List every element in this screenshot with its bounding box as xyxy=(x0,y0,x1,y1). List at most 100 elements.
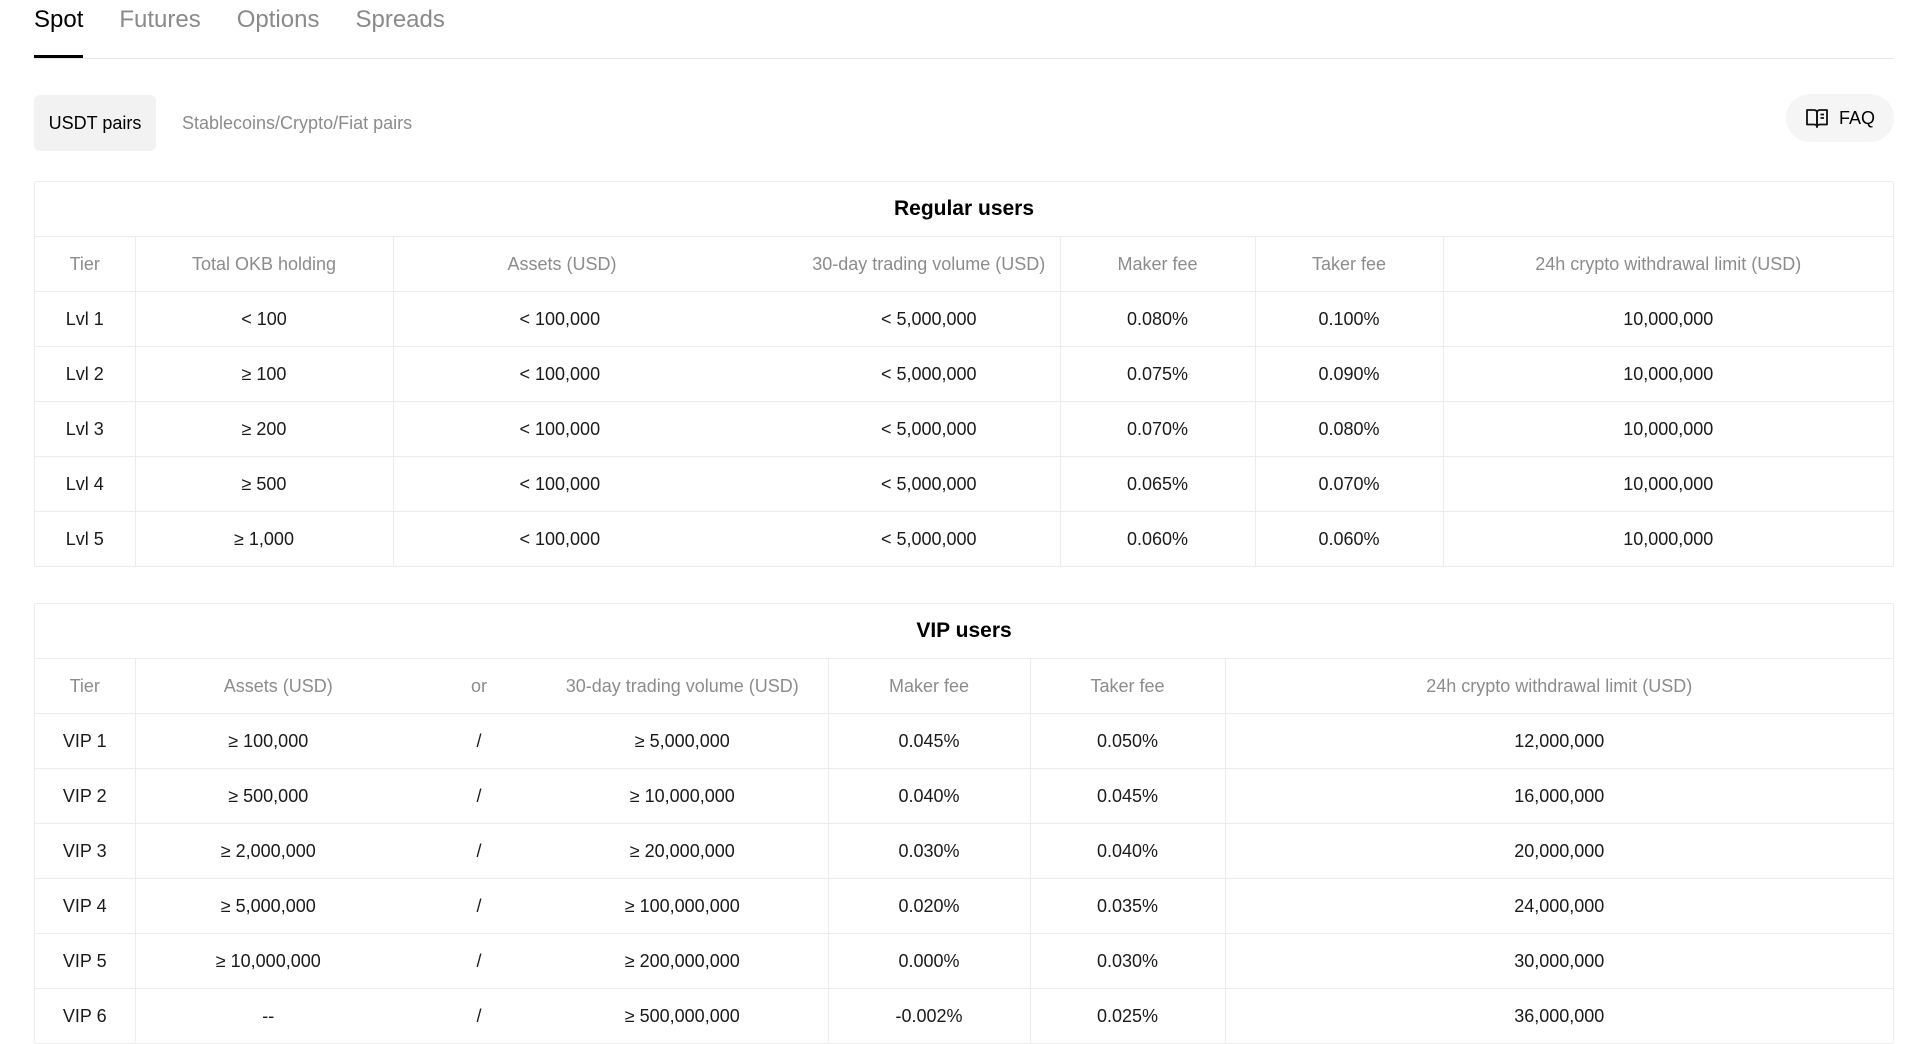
maker-fee-cell: 0.070% xyxy=(1060,401,1256,457)
regular-users-table: Regular users Tier Total OKB holding Ass… xyxy=(34,181,1894,567)
volume-cell: ≥ 200,000,000 xyxy=(537,933,829,989)
tier-cell: Lvl 3 xyxy=(35,401,136,457)
withdrawal-limit-cell: 20,000,000 xyxy=(1225,823,1893,879)
product-tabs: Spot Futures Options Spreads xyxy=(34,0,1894,59)
withdrawal-limit-cell: 12,000,000 xyxy=(1225,713,1893,769)
withdrawal-limit-cell: 16,000,000 xyxy=(1225,768,1893,824)
okb-holding-cell: ≥ 500 xyxy=(135,456,394,512)
table-row: VIP 4 ≥ 5,000,000/≥ 100,000,000 0.020% 0.03… xyxy=(35,878,1893,934)
vip-users-title: VIP users xyxy=(35,604,1893,659)
table-row: Lvl 4≥ 500< 100,000/< 5,000,0000.065%0.0… xyxy=(35,456,1893,512)
tier-cell: Lvl 1 xyxy=(35,291,136,347)
assets-cell: < 100,000 xyxy=(393,401,728,457)
volume-value: < 5,000,000 xyxy=(880,528,977,549)
volume-value: < 5,000,000 xyxy=(880,308,977,329)
okb-holding-cell: < 100 xyxy=(135,291,394,347)
usdt-pairs-button[interactable]: USDT pairs xyxy=(34,95,156,151)
pair-type-toolbar: USDT pairs Stablecoins/Crypto/Fiat pairs… xyxy=(34,94,1894,151)
tier-cell: VIP 2 xyxy=(35,768,136,824)
tab-options[interactable]: Options xyxy=(237,0,320,57)
withdrawal-limit-cell: 36,000,000 xyxy=(1225,988,1893,1043)
taker-fee-cell: 0.080% xyxy=(1255,401,1444,457)
tab-spreads[interactable]: Spreads xyxy=(355,0,444,57)
stablecoin-crypto-fiat-pairs-button[interactable]: Stablecoins/Crypto/Fiat pairs xyxy=(182,95,412,151)
volume-cell: ≥ 500,000,000 xyxy=(537,988,829,1043)
header-volume-label: 30-day trading volume (USD) xyxy=(812,253,1046,274)
tab-futures[interactable]: Futures xyxy=(119,0,200,57)
tier-cell: VIP 5 xyxy=(35,933,136,989)
header-volume: or 30-day trading volume (USD) xyxy=(728,237,1061,292)
table-row: VIP 6 -- / ≥ 500,000,000 -0.002% 0.025% 36,000… xyxy=(35,988,1893,1043)
tier-cell: VIP 3 xyxy=(35,823,136,879)
header-taker-fee: Taker fee xyxy=(1030,659,1226,714)
separator-cell: / xyxy=(421,823,537,879)
volume-cell: /< 5,000,000 xyxy=(728,401,1061,457)
maker-fee-cell: 0.030% xyxy=(828,823,1031,879)
header-or: or xyxy=(470,675,487,696)
taker-fee-cell: 0.070% xyxy=(1255,456,1444,512)
maker-fee-cell: -0.002% xyxy=(828,988,1031,1043)
tier-cell: VIP 1 xyxy=(35,713,136,769)
header-tier: Tier xyxy=(35,237,136,292)
maker-fee-cell: 0.060% xyxy=(1060,511,1256,566)
faq-button[interactable]: FAQ xyxy=(1786,94,1894,142)
taker-fee-cell: 0.040% xyxy=(1030,823,1226,879)
tier-cell: Lvl 4 xyxy=(35,456,136,512)
withdrawal-limit-cell: 10,000,000 xyxy=(1443,511,1893,566)
header-assets: Assets (USD) xyxy=(223,675,333,696)
volume-cell: /< 5,000,000 xyxy=(728,456,1061,512)
header-withdrawal-limit: 24h crypto withdrawal limit (USD) xyxy=(1535,253,1802,274)
table-row: Lvl 5≥ 1,000< 100,000/< 5,000,0000.060%0… xyxy=(35,511,1893,566)
volume-value: < 5,000,000 xyxy=(880,473,977,494)
tier-cell: Lvl 2 xyxy=(35,346,136,402)
table-row: Lvl 3≥ 200< 100,000/< 5,000,0000.070%0.0… xyxy=(35,401,1893,457)
assets-cell: < 100,000 xyxy=(393,346,728,402)
okb-holding-cell: ≥ 100 xyxy=(135,346,394,402)
assets-cell: < 100,000 xyxy=(393,511,728,566)
separator-cell: / xyxy=(421,933,537,989)
assets-cell: ≥ 10,000,000 xyxy=(135,933,421,989)
volume-value: < 5,000,000 xyxy=(880,418,977,439)
header-maker-fee: Maker fee xyxy=(1060,237,1256,292)
volume-cell: /< 5,000,000 xyxy=(728,346,1061,402)
vip-header-row: Tier Assets (USD) or 30-day trading volu… xyxy=(35,659,1893,714)
okb-holding-cell: ≥ 200 xyxy=(135,401,394,457)
assets-cell: ≥ 5,000,000 xyxy=(135,878,421,934)
tier-cell: Lvl 5 xyxy=(35,511,136,566)
withdrawal-limit-cell: 10,000,000 xyxy=(1443,291,1893,347)
maker-fee-cell: 0.080% xyxy=(1060,291,1256,347)
withdrawal-limit-cell: 10,000,000 xyxy=(1443,456,1893,512)
header-tier: Tier xyxy=(35,659,136,714)
volume-cell: /< 5,000,000 xyxy=(728,511,1061,566)
assets-cell: < 100,000 xyxy=(393,291,728,347)
header-volume: 30-day trading volume (USD) xyxy=(537,659,829,714)
regular-header-row: Tier Total OKB holding Assets (USD) or 3… xyxy=(35,237,1893,292)
table-row: Lvl 2≥ 100< 100,000/< 5,000,0000.075%0.0… xyxy=(35,346,1893,402)
withdrawal-limit-cell: 10,000,000 xyxy=(1443,346,1893,402)
tier-cell: VIP 4 xyxy=(35,878,136,934)
regular-users-title: Regular users xyxy=(35,182,1893,237)
table-row: VIP 5 ≥ 10,000,000/≥ 200,000,000 0.000% 0.0… xyxy=(35,933,1893,989)
table-row: VIP 2 ≥ 500,000/≥ 10,000,000 0.040% 0.045% 1… xyxy=(35,768,1893,824)
volume-cell: /< 5,000,000 xyxy=(728,291,1061,347)
header-assets: Assets (USD) xyxy=(507,253,617,274)
tab-spot[interactable]: Spot xyxy=(34,0,84,58)
taker-fee-cell: 0.035% xyxy=(1030,878,1226,934)
withdrawal-limit-cell: 24,000,000 xyxy=(1225,878,1893,934)
taker-fee-cell: 0.050% xyxy=(1030,713,1226,769)
separator-cell: / xyxy=(421,768,537,824)
assets-cell: ≥ 500,000 xyxy=(135,768,421,824)
volume-value: < 5,000,000 xyxy=(880,363,977,384)
assets-cell: ≥ 2,000,000 xyxy=(135,823,421,879)
separator-cell: / xyxy=(421,713,537,769)
maker-fee-cell: 0.075% xyxy=(1060,346,1256,402)
taker-fee-cell: 0.025% xyxy=(1030,988,1226,1043)
volume-cell: ≥ 5,000,000 xyxy=(537,713,829,769)
header-withdrawal-limit: 24h crypto withdrawal limit (USD) xyxy=(1426,675,1693,696)
fee-schedule-page: Spot Futures Options Spreads USDT pairs … xyxy=(34,0,1894,1044)
assets-cell: ≥ 100,000 xyxy=(135,713,421,769)
volume-cell: ≥ 10,000,000 xyxy=(537,768,829,824)
table-row: VIP 3 ≥ 2,000,000/≥ 20,000,000 0.030% 0.040… xyxy=(35,823,1893,879)
vip-users-table: VIP users Tier Assets (USD) or 30-day tr… xyxy=(34,603,1894,1044)
separator-cell: / xyxy=(421,988,537,1043)
